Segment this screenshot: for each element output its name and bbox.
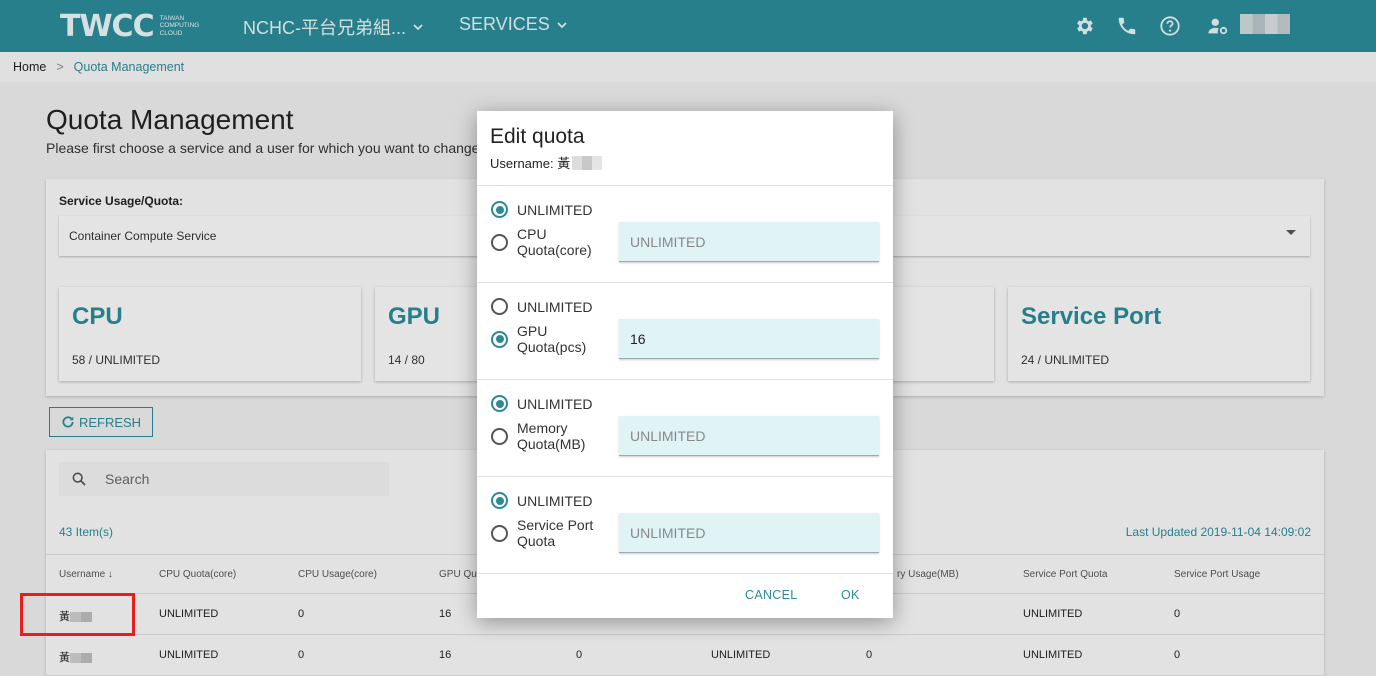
radio-unselected[interactable] [491, 524, 508, 542]
breadcrumb: Home > Quota Management [0, 52, 1376, 82]
last-updated: Last Updated 2019-11-04 14:09:02 [1125, 525, 1311, 539]
stat-title: CPU [72, 303, 123, 330]
breadcrumb-home[interactable]: Home [13, 60, 46, 74]
column-memory-usage[interactable]: ry Usage(MB) [897, 569, 959, 580]
chevron-down-icon [557, 21, 567, 28]
service-port-quota-input[interactable] [619, 513, 879, 553]
cell-memory-usage: 0 [866, 649, 873, 661]
search-placeholder: Search [105, 471, 150, 487]
page-title: Quota Management [46, 104, 294, 135]
column-cpu-quota[interactable]: CPU Quota(core) [159, 569, 236, 580]
dialog-footer: CANCEL OK [477, 573, 893, 618]
stat-title: Service Port [1021, 303, 1162, 330]
radio-unselected[interactable] [491, 298, 508, 315]
radio-unselected[interactable] [491, 427, 508, 445]
stat-title: GPU [388, 303, 441, 330]
radio-selected[interactable] [491, 492, 508, 509]
radio-selected[interactable] [491, 201, 508, 218]
refresh-icon [62, 416, 74, 428]
service-port-unlimited-option[interactable]: UNLIMITED [491, 492, 592, 509]
column-service-port-usage[interactable]: Service Port Usage [1174, 569, 1260, 580]
service-label: Service Usage/Quota: [59, 194, 184, 208]
highlight-box [20, 593, 135, 636]
user-name-redacted[interactable] [1240, 14, 1290, 34]
cell-gpu-quota: 16 [439, 608, 452, 620]
user-settings-icon[interactable] [1205, 13, 1231, 39]
stat-value: 14 / 80 [388, 353, 425, 367]
radio-selected[interactable] [491, 330, 508, 348]
phone-icon[interactable] [1114, 13, 1140, 39]
dialog-username: Username: 黃 [490, 153, 603, 172]
logo-text: TWCC [60, 8, 155, 44]
refresh-label: REFRESH [78, 414, 142, 430]
cell-cpu-quota: UNLIMITED [159, 649, 219, 661]
memory-unlimited-option[interactable]: UNLIMITED [491, 395, 592, 412]
memory-quota-input[interactable] [619, 416, 879, 456]
cpu-quota-section: UNLIMITED CPU Quota(core) [477, 185, 893, 282]
service-selected-value: Container Compute Service [69, 229, 217, 243]
service-port-quota-section: UNLIMITED Service Port Quota [477, 476, 893, 573]
top-navbar: TWCC TAIWAN COMPUTING CLOUD NCHC-平台兄弟組..… [0, 0, 1376, 52]
logo-subtitle: TAIWAN COMPUTING CLOUD [159, 14, 200, 37]
memory-quota-section: UNLIMITED Memory Quota(MB) [477, 379, 893, 476]
gpu-unlimited-option[interactable]: UNLIMITED [491, 298, 592, 315]
breadcrumb-current[interactable]: Quota Management [74, 60, 185, 74]
items-count: 43 Item(s) [59, 525, 114, 539]
cell-cpu-usage: 0 [298, 608, 305, 620]
stat-value: 58 / UNLIMITED [72, 353, 161, 367]
cell-username: 黃 [59, 649, 92, 665]
cpu-quota-input[interactable] [619, 222, 879, 262]
project-name: NCHC-平台兄弟組... [243, 18, 406, 38]
ok-button[interactable]: OK [841, 588, 860, 602]
cpu-quota-option[interactable]: CPU Quota(core) [491, 226, 597, 258]
edit-quota-dialog: Edit quota Username: 黃 UNLIMITED CPU Quo… [477, 111, 893, 618]
cpu-unlimited-option[interactable]: UNLIMITED [491, 201, 592, 218]
search-icon [72, 472, 86, 486]
services-dropdown[interactable]: SERVICES [459, 14, 568, 35]
cell-service-port-usage: 0 [1174, 649, 1181, 661]
cell-service-port-quota: UNLIMITED [1023, 608, 1083, 620]
gear-icon[interactable] [1071, 13, 1097, 39]
column-service-port-quota[interactable]: Service Port Quota [1023, 569, 1107, 580]
cell-gpu-usage: 0 [576, 649, 583, 661]
refresh-button[interactable]: REFRESH [49, 407, 153, 437]
column-cpu-usage[interactable]: CPU Usage(core) [298, 569, 377, 580]
project-dropdown[interactable]: NCHC-平台兄弟組... [243, 14, 424, 40]
cell-service-port-quota: UNLIMITED [1023, 649, 1083, 661]
stat-card-cpu: CPU 58 / UNLIMITED [59, 287, 361, 381]
service-port-quota-option[interactable]: Service Port Quota [491, 517, 597, 549]
arrow-down-icon: ↓ [107, 569, 113, 580]
gpu-quota-section: UNLIMITED GPU Quota(pcs) [477, 282, 893, 379]
help-icon[interactable] [1157, 13, 1183, 39]
stat-card-service-port: Service Port 24 / UNLIMITED [1008, 287, 1310, 381]
twcc-logo[interactable]: TWCC TAIWAN COMPUTING CLOUD [60, 8, 210, 44]
gpu-quota-option[interactable]: GPU Quota(pcs) [491, 323, 597, 355]
cancel-button[interactable]: CANCEL [745, 588, 798, 602]
caret-down-icon [1286, 230, 1296, 235]
cell-memory-quota: UNLIMITED [711, 649, 771, 661]
services-label: SERVICES [459, 14, 550, 34]
column-gpu-quota[interactable]: GPU Qu [439, 569, 477, 580]
radio-unselected[interactable] [491, 233, 508, 251]
page-description: Please first choose a service and a user… [46, 140, 499, 156]
cell-gpu-quota: 16 [439, 649, 452, 661]
cell-cpu-quota: UNLIMITED [159, 608, 219, 620]
memory-quota-option[interactable]: Memory Quota(MB) [491, 420, 597, 452]
dialog-title: Edit quota [490, 125, 585, 148]
breadcrumb-separator: > [56, 60, 64, 74]
search-input[interactable]: Search [59, 462, 389, 496]
radio-selected[interactable] [491, 395, 508, 412]
cell-cpu-usage: 0 [298, 649, 305, 661]
chevron-down-icon [413, 24, 423, 31]
gpu-quota-input[interactable] [619, 319, 879, 359]
column-username[interactable]: Username ↓ [59, 569, 113, 580]
table-row[interactable]: 黃 UNLIMITED 0 16 0 UNLIMITED 0 UNLIMITED… [46, 635, 1324, 676]
stat-value: 24 / UNLIMITED [1021, 353, 1110, 367]
cell-service-port-usage: 0 [1174, 608, 1181, 620]
